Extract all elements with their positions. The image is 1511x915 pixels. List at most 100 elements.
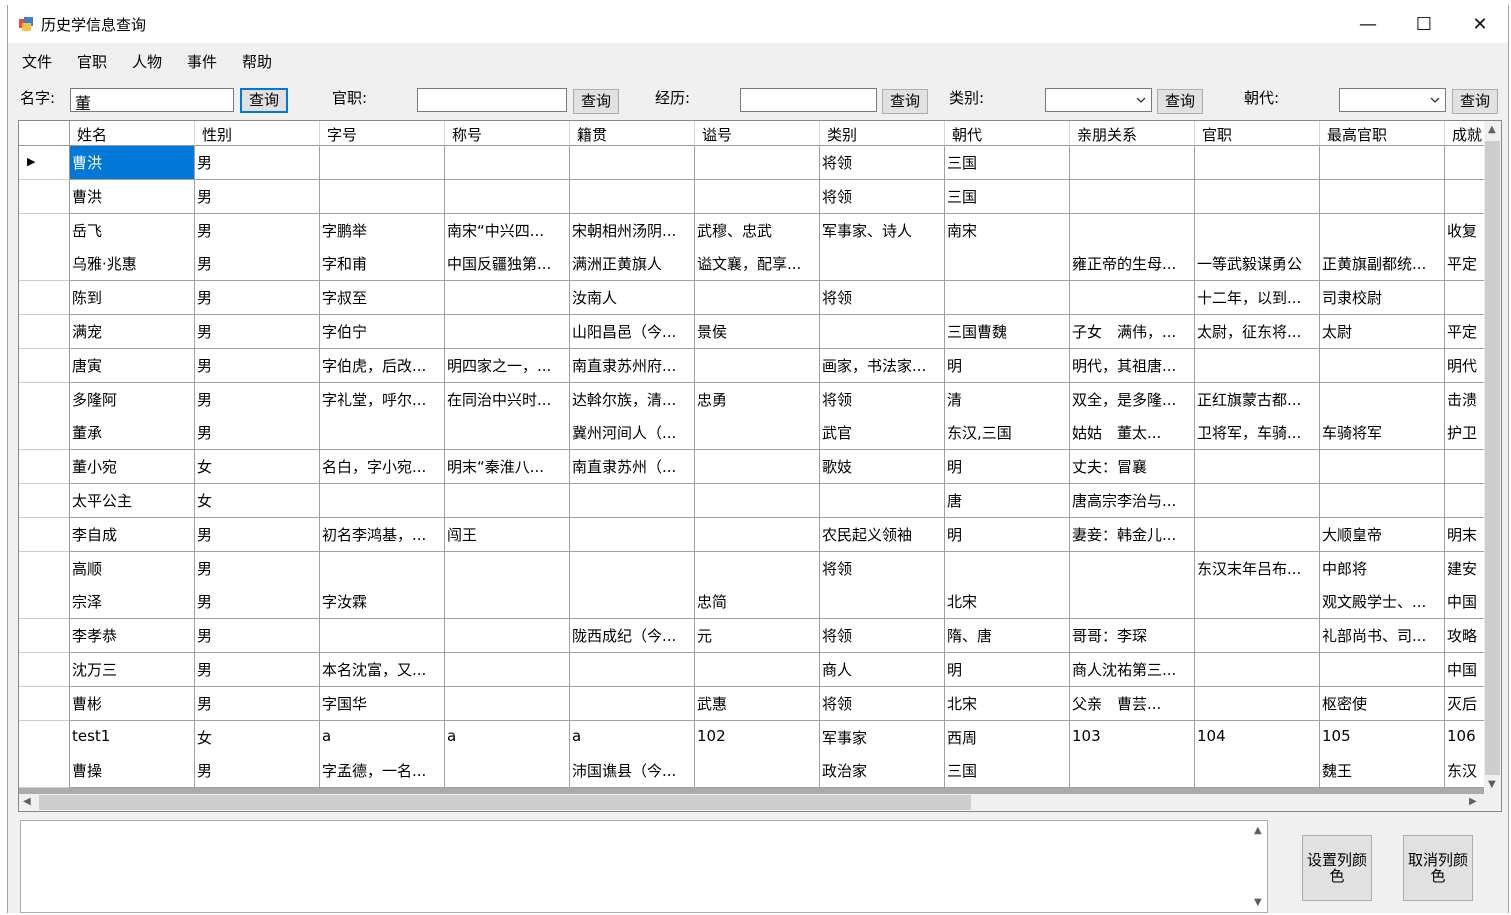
cell-achievement[interactable]: 明代 — [1445, 348, 1484, 383]
cell-title[interactable] — [445, 179, 570, 214]
column-header-gender[interactable]: 性别 — [195, 121, 320, 146]
cell-dynasty[interactable] — [945, 247, 1070, 282]
output-textarea[interactable]: ▲ ▼ — [20, 820, 1268, 913]
cell-gender[interactable]: 男 — [195, 213, 320, 248]
cell-office[interactable]: 正红旗蒙古都... — [1195, 382, 1320, 417]
name-input[interactable]: 董 — [70, 88, 234, 113]
cell-achievement[interactable] — [1445, 281, 1484, 316]
cell-gender[interactable]: 女 — [195, 484, 320, 518]
cell-office[interactable] — [1195, 619, 1320, 654]
cell-courtesy[interactable] — [320, 551, 445, 586]
cell-name[interactable]: 沈万三 — [70, 653, 195, 687]
cell-highest-office[interactable] — [1320, 179, 1445, 214]
cell-office[interactable]: 十二年，以到... — [1195, 281, 1320, 316]
cell-origin[interactable] — [570, 653, 695, 687]
cell-posthumous[interactable] — [695, 146, 820, 180]
scroll-up-icon[interactable]: ▲ — [1254, 825, 1262, 836]
cell-posthumous[interactable] — [695, 416, 820, 451]
cell-gender[interactable]: 男 — [195, 281, 320, 316]
cell-achievement[interactable]: 平定 — [1445, 247, 1484, 282]
row-header[interactable] — [19, 450, 70, 485]
row-header[interactable] — [19, 281, 70, 316]
cell-achievement[interactable]: 收复 — [1445, 213, 1484, 248]
cell-highest-office[interactable]: 司隶校尉 — [1320, 281, 1445, 316]
cell-posthumous[interactable]: 忠简 — [695, 585, 820, 620]
cell-posthumous[interactable] — [695, 517, 820, 552]
cell-office[interactable]: 太尉，征东将... — [1195, 315, 1320, 349]
cell-posthumous[interactable]: 元 — [695, 619, 820, 654]
row-header[interactable] — [19, 315, 70, 349]
maximize-button[interactable]: ☐ — [1396, 5, 1452, 43]
row-header[interactable] — [19, 517, 70, 552]
cell-achievement[interactable]: 106 — [1445, 720, 1484, 755]
cell-office[interactable] — [1195, 686, 1320, 721]
cell-posthumous[interactable] — [695, 281, 820, 316]
cell-highest-office[interactable] — [1320, 146, 1445, 180]
cell-dynasty[interactable]: 明 — [945, 653, 1070, 687]
cancel-column-color-button[interactable]: 取消列颜色 — [1403, 835, 1473, 901]
column-header-relations[interactable]: 亲朋关系 — [1070, 121, 1195, 146]
experience-query-button[interactable]: 查询 — [882, 89, 928, 114]
cell-office[interactable]: 卫将军，车骑... — [1195, 416, 1320, 451]
cell-office[interactable] — [1195, 146, 1320, 180]
cell-achievement[interactable] — [1445, 146, 1484, 180]
cell-gender[interactable]: 男 — [195, 315, 320, 349]
cell-posthumous[interactable] — [695, 348, 820, 383]
horizontal-scrollbar[interactable]: ◀ ▶ — [19, 794, 1484, 811]
vertical-scrollbar[interactable]: ▲ ▼ — [1484, 121, 1501, 794]
cell-dynasty[interactable]: 三国 — [945, 754, 1070, 789]
cell-office[interactable] — [1195, 348, 1320, 383]
dynasty-select[interactable] — [1339, 88, 1446, 112]
category-select[interactable] — [1045, 88, 1152, 112]
cell-name[interactable]: 陈到 — [70, 281, 195, 316]
cell-gender[interactable]: 男 — [195, 247, 320, 282]
cell-highest-office[interactable]: 105 — [1320, 720, 1445, 755]
cell-dynasty[interactable]: 明 — [945, 450, 1070, 485]
row-header[interactable] — [19, 179, 70, 214]
cell-relations[interactable] — [1070, 213, 1195, 248]
row-header[interactable] — [19, 213, 70, 248]
cell-name[interactable]: 唐寅 — [70, 348, 195, 383]
cell-relations[interactable] — [1070, 754, 1195, 789]
cell-category[interactable]: 将领 — [820, 179, 945, 214]
cell-name[interactable]: 李孝恭 — [70, 619, 195, 654]
cell-highest-office[interactable]: 枢密使 — [1320, 686, 1445, 721]
cell-relations[interactable]: 妻妾：韩金儿... — [1070, 517, 1195, 552]
cell-achievement[interactable]: 建安 — [1445, 551, 1484, 586]
scroll-left-icon[interactable]: ◀ — [23, 796, 31, 807]
cell-category[interactable]: 军事家 — [820, 720, 945, 755]
cell-gender[interactable]: 男 — [195, 146, 320, 180]
column-header-title[interactable]: 称号 — [445, 121, 570, 146]
cell-courtesy[interactable]: 字伯虎，后改... — [320, 348, 445, 383]
row-header[interactable] — [19, 382, 70, 417]
cell-origin[interactable] — [570, 517, 695, 552]
cell-title[interactable]: 中国反疆独第... — [445, 247, 570, 282]
scroll-down-icon[interactable]: ▼ — [1488, 779, 1496, 790]
set-column-color-button[interactable]: 设置列颜色 — [1302, 835, 1372, 901]
menu-help[interactable]: 帮助 — [242, 51, 272, 72]
menu-office[interactable]: 官职 — [77, 51, 107, 72]
cell-highest-office[interactable]: 中郎将 — [1320, 551, 1445, 586]
cell-category[interactable]: 将领 — [820, 281, 945, 316]
column-header-category[interactable]: 类别 — [820, 121, 945, 146]
cell-title[interactable] — [445, 585, 570, 620]
cell-highest-office[interactable] — [1320, 484, 1445, 518]
cell-title[interactable]: 明四家之一，... — [445, 348, 570, 383]
cell-relations[interactable]: 哥哥：李琛 — [1070, 619, 1195, 654]
cell-relations[interactable] — [1070, 585, 1195, 620]
cell-posthumous[interactable] — [695, 754, 820, 789]
cell-posthumous[interactable] — [695, 179, 820, 214]
cell-dynasty[interactable]: 隋、唐 — [945, 619, 1070, 654]
row-header[interactable] — [19, 348, 70, 383]
cell-dynasty[interactable]: 唐 — [945, 484, 1070, 518]
cell-courtesy[interactable]: 字国华 — [320, 686, 445, 721]
office-query-button[interactable]: 查询 — [573, 89, 619, 114]
cell-relations[interactable]: 子女 满伟，... — [1070, 315, 1195, 349]
cell-name[interactable]: 曹彬 — [70, 686, 195, 721]
cell-category[interactable]: 武官 — [820, 416, 945, 451]
cell-office[interactable] — [1195, 517, 1320, 552]
scroll-down-icon[interactable]: ▼ — [1254, 897, 1262, 908]
row-header[interactable] — [19, 585, 70, 620]
cell-gender[interactable]: 男 — [195, 686, 320, 721]
row-header[interactable] — [19, 686, 70, 721]
